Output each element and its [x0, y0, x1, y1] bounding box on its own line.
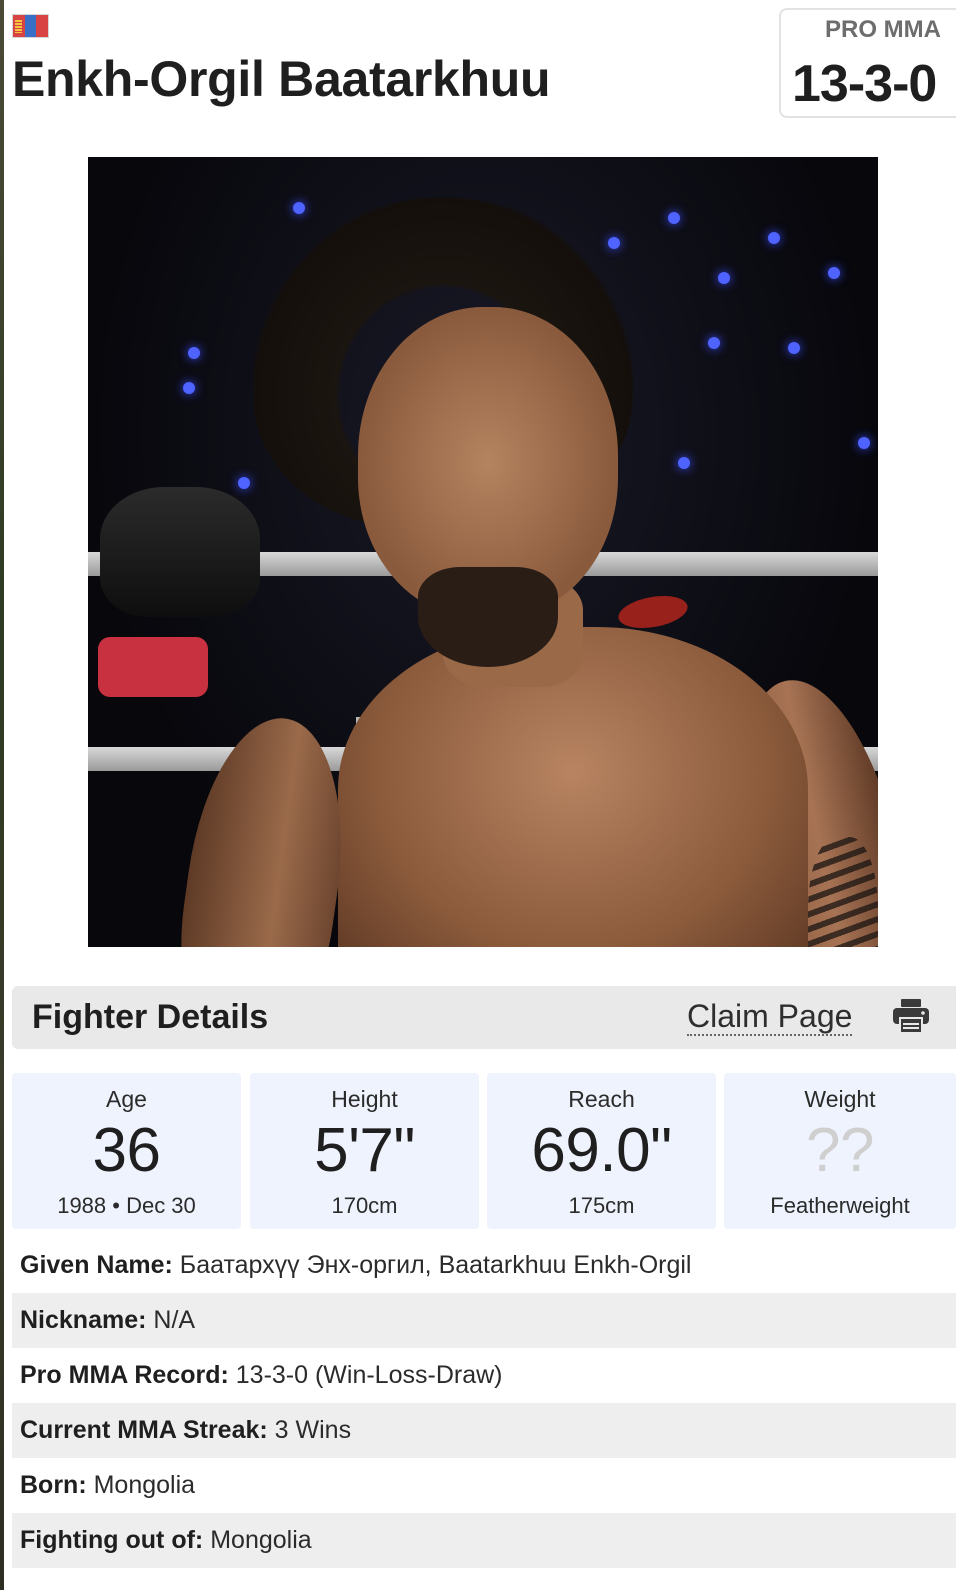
- stat-value: 5'7": [314, 1116, 415, 1185]
- fighter-details-bar: Fighter Details Claim Page: [12, 986, 956, 1049]
- blood-mark: [615, 591, 691, 633]
- fighter-beard: [418, 567, 558, 667]
- crowd-light: [828, 267, 840, 279]
- stat-sub: 1988 • Dec 30: [57, 1193, 196, 1218]
- mma-glove: [100, 487, 260, 617]
- info-value: 3 Wins: [274, 1416, 352, 1444]
- arm-tattoo: [808, 837, 878, 947]
- crowd-light: [293, 202, 305, 214]
- info-value: Mongolia: [210, 1526, 312, 1554]
- stat-label: Height: [331, 1086, 398, 1112]
- glove-wrist-strap: [98, 637, 208, 697]
- fighter-details-title: Fighter Details: [32, 998, 269, 1036]
- info-value: 13-3-0 (Win-Loss-Draw): [235, 1361, 503, 1389]
- stat-card-reach: Reach 69.0" 175cm: [487, 1073, 716, 1229]
- crowd-light: [188, 347, 200, 359]
- stat-card-weight: Weight ?? Featherweight: [724, 1073, 956, 1229]
- crowd-light: [718, 272, 730, 284]
- stat-sub: 175cm: [568, 1193, 635, 1218]
- info-row-streak: Current MMA Streak: 3 Wins: [12, 1403, 956, 1458]
- crowd-light: [858, 437, 870, 449]
- info-row-born: Born: Mongolia: [12, 1458, 956, 1513]
- info-key: Nickname:: [20, 1306, 147, 1334]
- crowd-light: [708, 337, 720, 349]
- stat-label: Reach: [568, 1086, 635, 1112]
- info-key: Given Name:: [20, 1251, 173, 1279]
- info-row-given-name: Given Name: Баатархүү Энх-оргил, Baatark…: [12, 1238, 956, 1293]
- stat-sub: 170cm: [331, 1193, 398, 1218]
- window-left-edge: [0, 0, 4, 1590]
- stat-value: ??: [806, 1116, 874, 1185]
- fighter-name: Enkh-Orgil Baatarkhuu: [12, 51, 551, 107]
- claim-page-link[interactable]: Claim Page: [687, 998, 853, 1036]
- soyombo-symbol: [15, 20, 22, 33]
- info-row-nickname: Nickname: N/A: [12, 1293, 956, 1348]
- info-key: Born:: [20, 1471, 87, 1499]
- printer-icon[interactable]: [892, 998, 930, 1034]
- info-key: Current MMA Streak:: [20, 1416, 268, 1444]
- fighter-photo: [88, 157, 878, 947]
- stat-value: 36: [92, 1116, 161, 1185]
- stat-label: Weight: [804, 1086, 876, 1112]
- crowd-light: [668, 212, 680, 224]
- info-value: Баатархүү Энх-оргил, Baatarkhuu Enkh-Org…: [179, 1251, 692, 1279]
- flag-band-right: [36, 15, 49, 37]
- info-value: Mongolia: [93, 1471, 196, 1499]
- crowd-light: [238, 477, 250, 489]
- stat-sub: Featherweight: [770, 1193, 910, 1218]
- fighter-arm-left: [165, 708, 361, 947]
- info-row-pro-record: Pro MMA Record: 13-3-0 (Win-Loss-Draw): [12, 1348, 956, 1403]
- flag-band-middle: [24, 15, 37, 37]
- pro-mma-record-box: PRO MMA 13-3-0: [779, 8, 956, 118]
- crowd-light: [788, 342, 800, 354]
- info-value: N/A: [153, 1306, 196, 1334]
- stat-card-age: Age 36 1988 • Dec 30: [12, 1073, 241, 1229]
- stat-card-height: Height 5'7" 170cm: [250, 1073, 479, 1229]
- info-row-fighting-out-of: Fighting out of: Mongolia: [12, 1513, 956, 1568]
- record-value: 13-3-0: [792, 55, 937, 113]
- flag-band-left: [13, 15, 25, 37]
- info-key: Fighting out of:: [20, 1526, 204, 1554]
- stat-label: Age: [106, 1086, 147, 1112]
- mongolia-flag-icon: [12, 14, 49, 38]
- crowd-light: [183, 382, 195, 394]
- crowd-light: [608, 237, 620, 249]
- crowd-light: [678, 457, 690, 469]
- record-label: PRO MMA: [825, 16, 941, 43]
- info-key: Pro MMA Record:: [20, 1361, 229, 1389]
- crowd-light: [768, 232, 780, 244]
- stat-value: 69.0": [531, 1116, 672, 1185]
